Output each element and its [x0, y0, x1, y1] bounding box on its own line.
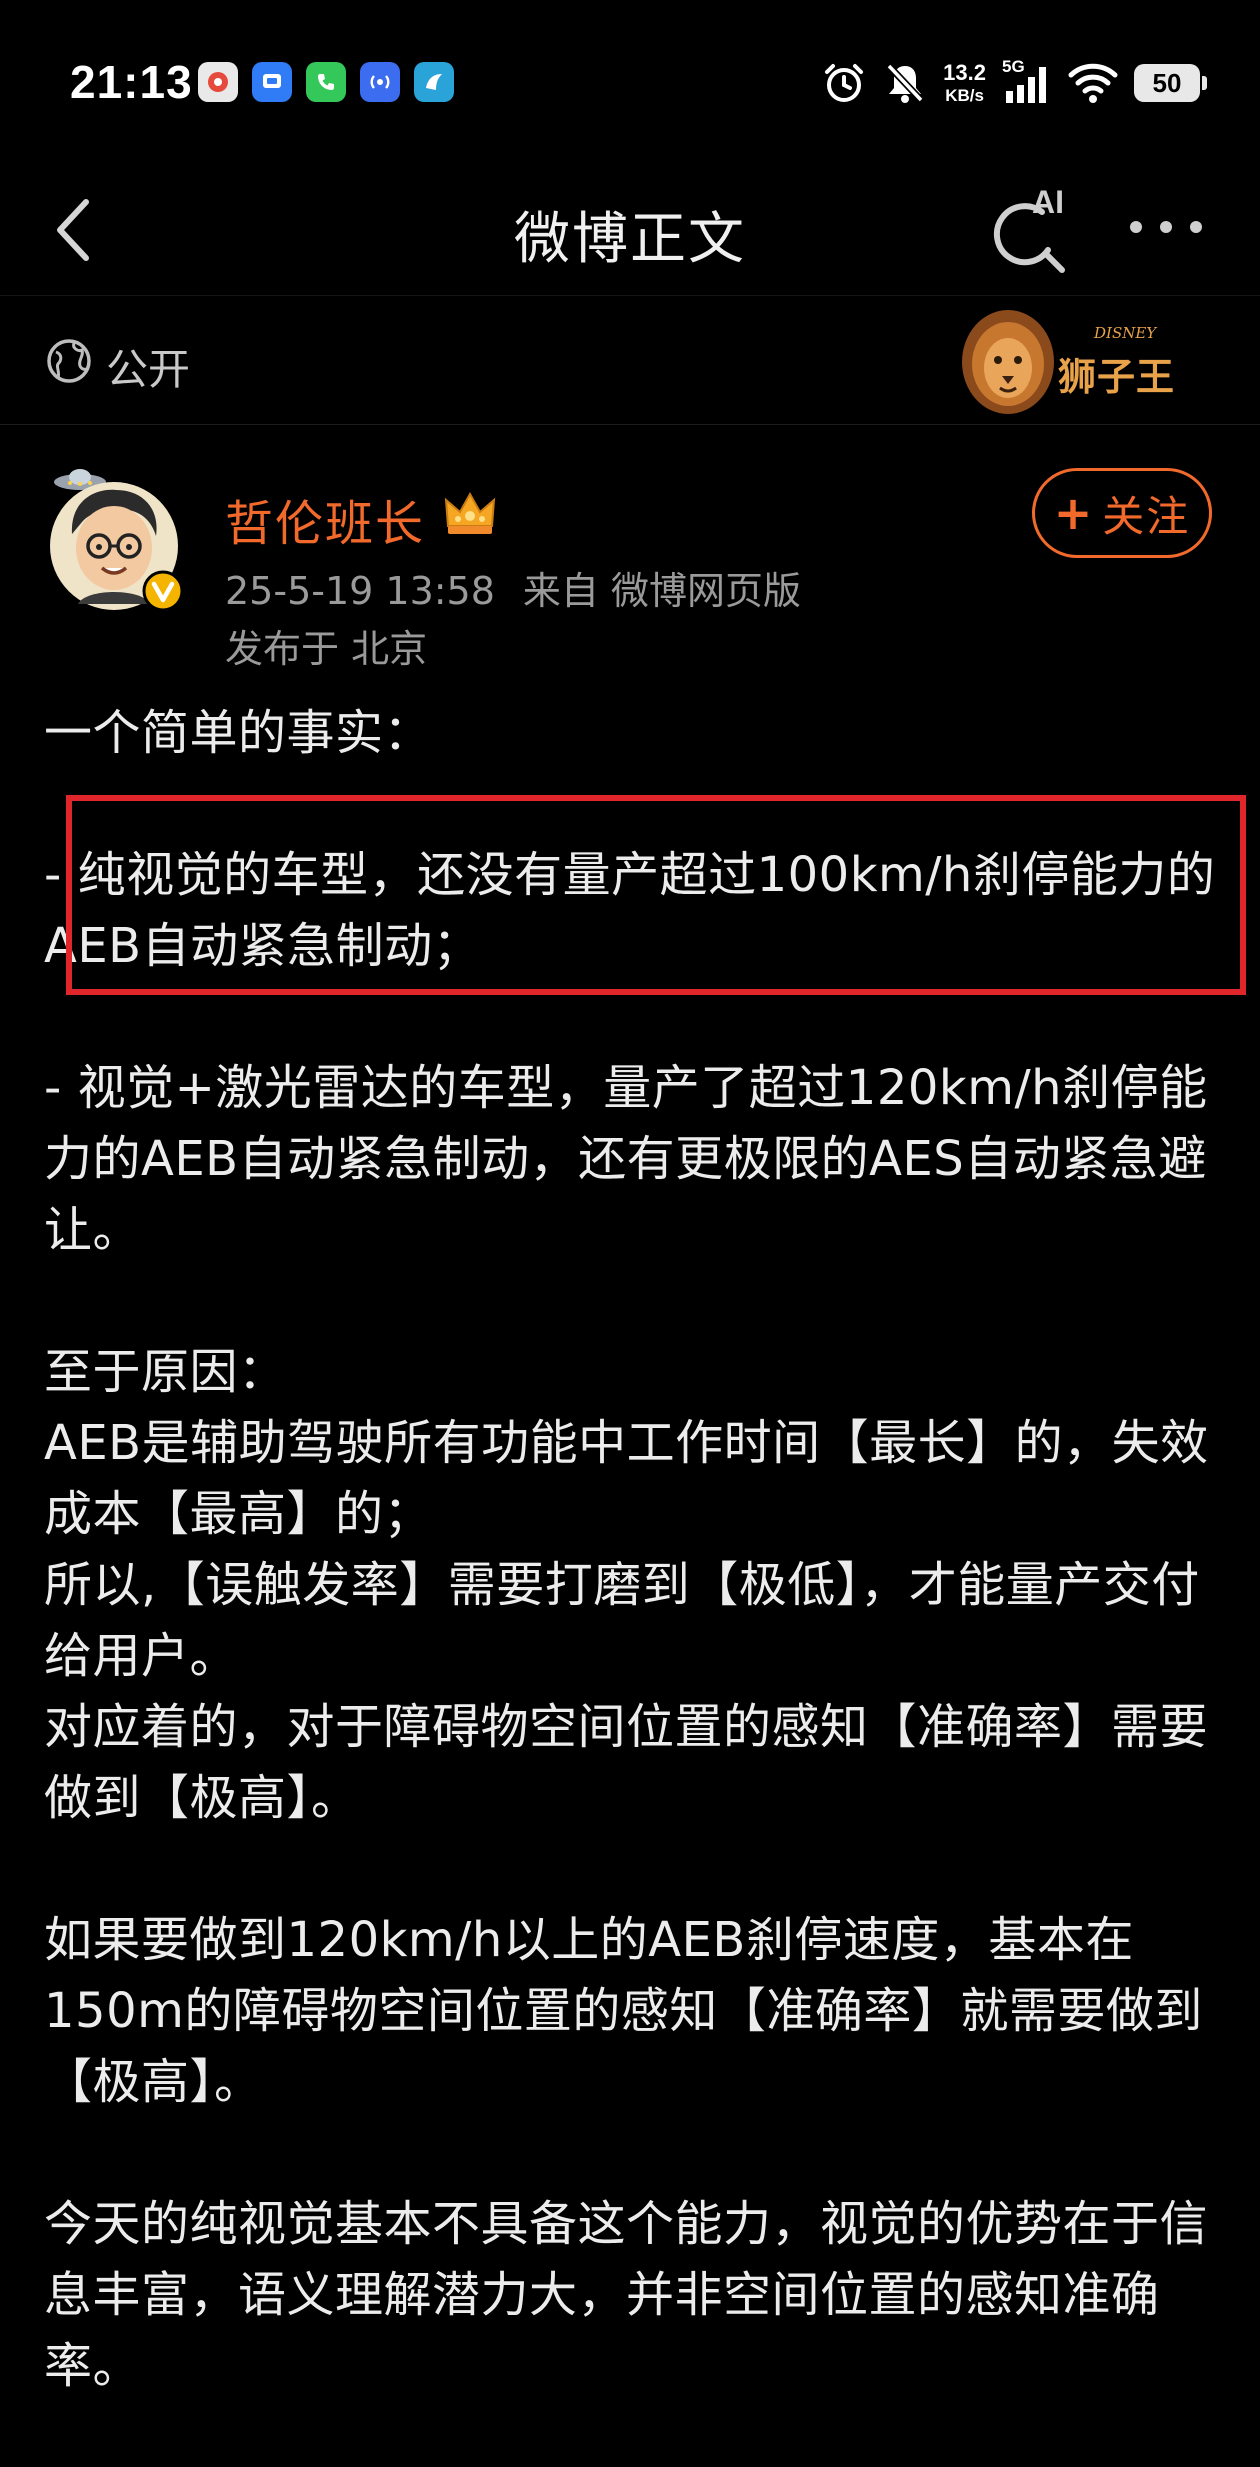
post-line: 至于原因： — [44, 1344, 287, 1400]
lion-king-badge[interactable]: DISNEY 狮子王 — [958, 302, 1188, 418]
post-line: - 视觉+激光雷达的车型，量产了超过120km/h刹停能力的AEB自动紧急制动，… — [44, 1060, 1208, 1258]
visibility-row: 公开 DISNEY 狮子王 — [0, 295, 1260, 425]
visibility-label: 公开 — [106, 345, 191, 394]
network-speed-value: 13.2 — [943, 60, 986, 85]
author-name[interactable]: 哲伦班长 — [225, 484, 425, 554]
alarm-icon — [825, 64, 864, 102]
post-line: 对应着的，对于障碍物空间位置的感知【准确率】需要做到【极高】。 — [44, 1699, 1209, 1826]
follow-label: 关注 — [1102, 491, 1191, 541]
badge-brand: DISNEY — [1094, 324, 1157, 342]
wifi-icon — [1068, 63, 1118, 103]
app-notification-icon — [198, 62, 238, 102]
post-line: AEB是辅助驾驶所有功能中工作时间【最长】的，失效成本【最高】的； — [44, 1415, 1209, 1542]
post-source: 来自 微博网页版 — [522, 569, 801, 613]
ai-label: AI — [1032, 184, 1064, 220]
post-meta: 25-5-19 13:58 来自 微博网页版 — [225, 560, 801, 615]
phone-notification-icon — [306, 62, 346, 102]
more-dots-icon[interactable] — [1124, 212, 1208, 242]
post-line: 今天的纯视觉基本不具备这个能力，视觉的优势在于信息丰富，语义理解潜力大，并非空间… — [44, 2196, 1209, 2394]
mute-bell-icon — [886, 63, 924, 103]
post-line: 一个简单的事实： — [44, 705, 433, 761]
post-location: 发布于 北京 — [225, 627, 428, 671]
nav-bar: 微博正文 AI — [0, 170, 1260, 295]
verified-badge-icon — [142, 570, 184, 612]
badge-text: 狮子王 — [1058, 355, 1176, 399]
status-time: 21:13 — [70, 56, 193, 108]
post-line: 所以,【误触发率】需要打磨到【极低】，才能量产交付给用户。 — [44, 1557, 1200, 1684]
battery-indicator: 50 — [1134, 64, 1207, 102]
status-bar: 21:13 13.2 KB/s 5G 50 — [0, 0, 1260, 170]
post-line: 如果要做到120km/h以上的AEB刹停速度，基本在150m的障碍物空间位置的感… — [44, 1912, 1203, 2110]
post-timestamp: 25-5-19 13:58 — [225, 569, 495, 613]
lion-icon — [962, 310, 1054, 414]
follow-button[interactable]: + 关注 — [1032, 468, 1212, 558]
crown-icon — [444, 491, 496, 534]
broadcast-notification-icon — [360, 62, 400, 102]
system-icons: 13.2 KB/s 5G 50 — [821, 57, 1207, 106]
assistant-notification-icon — [414, 62, 454, 102]
globe-icon — [47, 339, 91, 383]
network-speed: 13.2 KB/s — [943, 60, 986, 105]
ai-search-button[interactable]: AI — [982, 178, 1082, 278]
cellular-signal-icon: 5G — [1002, 57, 1052, 105]
follow-plus-icon: + — [1053, 486, 1095, 540]
network-speed-unit: KB/s — [945, 86, 984, 105]
chat-notification-icon — [252, 62, 292, 102]
notification-icons — [198, 62, 454, 102]
author-header: 哲伦班长 25-5-19 13:58 来自 微博网页版 发布于 北京 + 关注 — [0, 440, 1260, 680]
avatar[interactable] — [42, 464, 192, 614]
highlight-annotation-box — [66, 795, 1246, 995]
